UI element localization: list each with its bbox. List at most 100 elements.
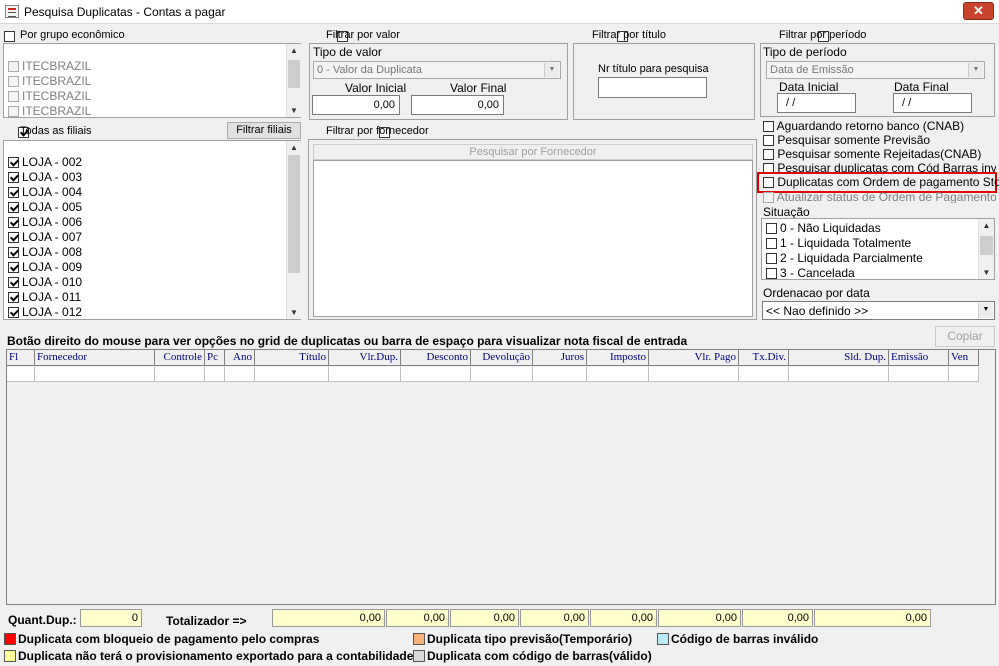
aguardando-option[interactable]: Aguardando retorno banco (CNAB) bbox=[763, 119, 964, 133]
column-header[interactable]: Juros bbox=[533, 350, 587, 366]
tipo-valor-select[interactable]: 0 - Valor da Duplicata ▼ bbox=[313, 61, 561, 79]
list-item[interactable]: LOJA - 005 bbox=[8, 200, 82, 215]
aguardando-checkbox[interactable] bbox=[763, 121, 774, 133]
column-header[interactable]: Desconto bbox=[401, 350, 471, 366]
grid-cell[interactable] bbox=[205, 367, 225, 382]
copiar-button[interactable]: Copiar bbox=[935, 326, 995, 347]
grid-cell[interactable] bbox=[155, 367, 205, 382]
filial-checkbox[interactable] bbox=[8, 292, 19, 304]
data-inicial-input[interactable]: / / bbox=[777, 93, 856, 113]
valor-final-input[interactable]: 0,00 bbox=[411, 95, 504, 115]
column-header[interactable]: Vlr.Dup. bbox=[329, 350, 401, 366]
filial-checkbox[interactable] bbox=[8, 232, 19, 244]
column-header[interactable]: Título bbox=[255, 350, 329, 366]
previsao-option[interactable]: Pesquisar somente Previsão bbox=[763, 133, 930, 147]
grid-cell[interactable] bbox=[789, 367, 889, 382]
grid-cell[interactable] bbox=[889, 367, 949, 382]
grupo-checkbox[interactable] bbox=[4, 30, 15, 42]
column-header[interactable]: Sld. Dup. bbox=[789, 350, 889, 366]
list-item[interactable]: LOJA - 002 bbox=[8, 155, 82, 170]
previsao-checkbox[interactable] bbox=[763, 135, 774, 147]
list-item[interactable]: LOJA - 009 bbox=[8, 260, 82, 275]
scroll-up-icon[interactable]: ▲ bbox=[287, 141, 301, 154]
column-header[interactable]: Imposto bbox=[587, 350, 649, 366]
filial-checkbox[interactable] bbox=[8, 277, 19, 289]
scroll-down-icon[interactable]: ▼ bbox=[287, 104, 301, 117]
grupo-list[interactable]: ITECBRAZIL ITECBRAZIL ITECBRAZIL ITECBRA… bbox=[3, 43, 301, 118]
list-item[interactable]: 0 - Não Liquidadas bbox=[766, 221, 881, 236]
nr-titulo-input[interactable] bbox=[598, 77, 707, 98]
column-header[interactable]: Tx.Div. bbox=[739, 350, 789, 366]
list-item[interactable]: LOJA - 004 bbox=[8, 185, 82, 200]
column-header[interactable]: Fl bbox=[7, 350, 35, 366]
column-header[interactable]: Fornecedor bbox=[35, 350, 155, 366]
grid-cell[interactable] bbox=[533, 367, 587, 382]
grid-cell[interactable] bbox=[949, 367, 979, 382]
list-item[interactable]: ITECBRAZIL bbox=[8, 89, 91, 104]
filial-checkbox[interactable] bbox=[8, 247, 19, 259]
atualizar-option[interactable]: Atualizar status de Ordem de Pagamento bbox=[763, 190, 996, 203]
filtrar-filiais-button[interactable]: Filtrar filiais bbox=[227, 122, 301, 139]
column-header[interactable]: Ven bbox=[949, 350, 979, 366]
list-item[interactable]: LOJA - 008 bbox=[8, 245, 82, 260]
fornecedor-list[interactable] bbox=[313, 160, 753, 317]
scroll-down-icon[interactable]: ▼ bbox=[979, 266, 994, 279]
list-item[interactable]: LOJA - 003 bbox=[8, 170, 82, 185]
rejeitadas-option[interactable]: Pesquisar somente Rejeitadas(CNAB) bbox=[763, 147, 981, 161]
column-header[interactable]: Devolução bbox=[471, 350, 533, 366]
scroll-up-icon[interactable]: ▲ bbox=[287, 44, 301, 57]
list-item[interactable]: ITECBRAZIL bbox=[8, 59, 91, 74]
filial-checkbox[interactable] bbox=[8, 217, 19, 229]
column-header[interactable]: Vlr. Pago bbox=[649, 350, 739, 366]
situacao-scrollbar[interactable]: ▲ ▼ bbox=[978, 219, 994, 279]
grid-cell[interactable] bbox=[587, 367, 649, 382]
scroll-down-icon[interactable]: ▼ bbox=[287, 306, 301, 319]
grid-cell[interactable] bbox=[739, 367, 789, 382]
filial-checkbox[interactable] bbox=[8, 172, 19, 184]
duplicatas-grid[interactable]: Fl Fornecedor Controle Pc Ano Título Vlr.Dup. D… bbox=[6, 349, 996, 605]
grupo-scrollbar[interactable]: ▲ ▼ bbox=[286, 44, 301, 117]
list-item[interactable]: 1 - Liquidada Totalmente bbox=[766, 236, 911, 251]
column-header[interactable]: Pc bbox=[205, 350, 225, 366]
filial-checkbox[interactable] bbox=[8, 202, 19, 214]
legend-previsao: Duplicata tipo previsão(Temporário) bbox=[413, 632, 632, 646]
list-item[interactable]: ITECBRAZIL bbox=[8, 74, 91, 89]
stone-checkbox[interactable] bbox=[763, 177, 774, 189]
filial-checkbox[interactable] bbox=[8, 262, 19, 274]
list-item[interactable]: LOJA - 012 bbox=[8, 305, 82, 320]
column-header[interactable]: Emissão bbox=[889, 350, 949, 366]
grid-cell[interactable] bbox=[35, 367, 155, 382]
grid-cell[interactable] bbox=[255, 367, 329, 382]
list-item[interactable]: ITECBRAZIL bbox=[8, 104, 91, 119]
list-item[interactable]: 3 - Cancelada bbox=[766, 266, 855, 281]
stone-option[interactable]: Duplicatas com Ordem de pagamento Stone bbox=[763, 175, 999, 189]
data-final-input[interactable]: / / bbox=[893, 93, 972, 113]
column-header[interactable]: Controle bbox=[155, 350, 205, 366]
scroll-up-icon[interactable]: ▲ bbox=[979, 219, 994, 232]
filiais-list[interactable]: LOJA - 002 LOJA - 003 LOJA - 004 LOJA - 005… bbox=[3, 140, 301, 320]
ordenacao-select[interactable]: << Nao definido >> ▼ bbox=[762, 301, 995, 320]
valor-inicial-input[interactable]: 0,00 bbox=[312, 95, 400, 115]
grid-cell[interactable] bbox=[401, 367, 471, 382]
column-header[interactable]: Ano bbox=[225, 350, 255, 366]
rejeitadas-checkbox[interactable] bbox=[763, 149, 774, 161]
close-button[interactable]: ✕ bbox=[963, 2, 994, 20]
situacao-list[interactable]: 0 - Não Liquidadas 1 - Liquidada Totalme… bbox=[761, 218, 995, 280]
grid-cell[interactable] bbox=[649, 367, 739, 382]
list-item[interactable]: LOJA - 007 bbox=[8, 230, 82, 245]
grid-cell[interactable] bbox=[329, 367, 401, 382]
tipo-periodo-select[interactable]: Data de Emissão ▼ bbox=[766, 61, 985, 79]
filial-checkbox[interactable] bbox=[8, 157, 19, 169]
filiais-scrollbar[interactable]: ▲ ▼ bbox=[286, 141, 301, 319]
grid-cell[interactable] bbox=[471, 367, 533, 382]
list-item[interactable]: LOJA - 010 bbox=[8, 275, 82, 290]
list-item[interactable]: LOJA - 006 bbox=[8, 215, 82, 230]
grid-cell[interactable] bbox=[225, 367, 255, 382]
atualizar-checkbox[interactable] bbox=[763, 192, 774, 203]
filial-checkbox[interactable] bbox=[8, 307, 19, 319]
grid-cell[interactable] bbox=[7, 367, 35, 382]
pesquisar-fornecedor-button[interactable]: Pesquisar por Fornecedor bbox=[313, 144, 753, 160]
list-item[interactable]: LOJA - 011 bbox=[8, 290, 81, 305]
filial-checkbox[interactable] bbox=[8, 187, 19, 199]
list-item[interactable]: 2 - Liquidada Parcialmente bbox=[766, 251, 923, 266]
